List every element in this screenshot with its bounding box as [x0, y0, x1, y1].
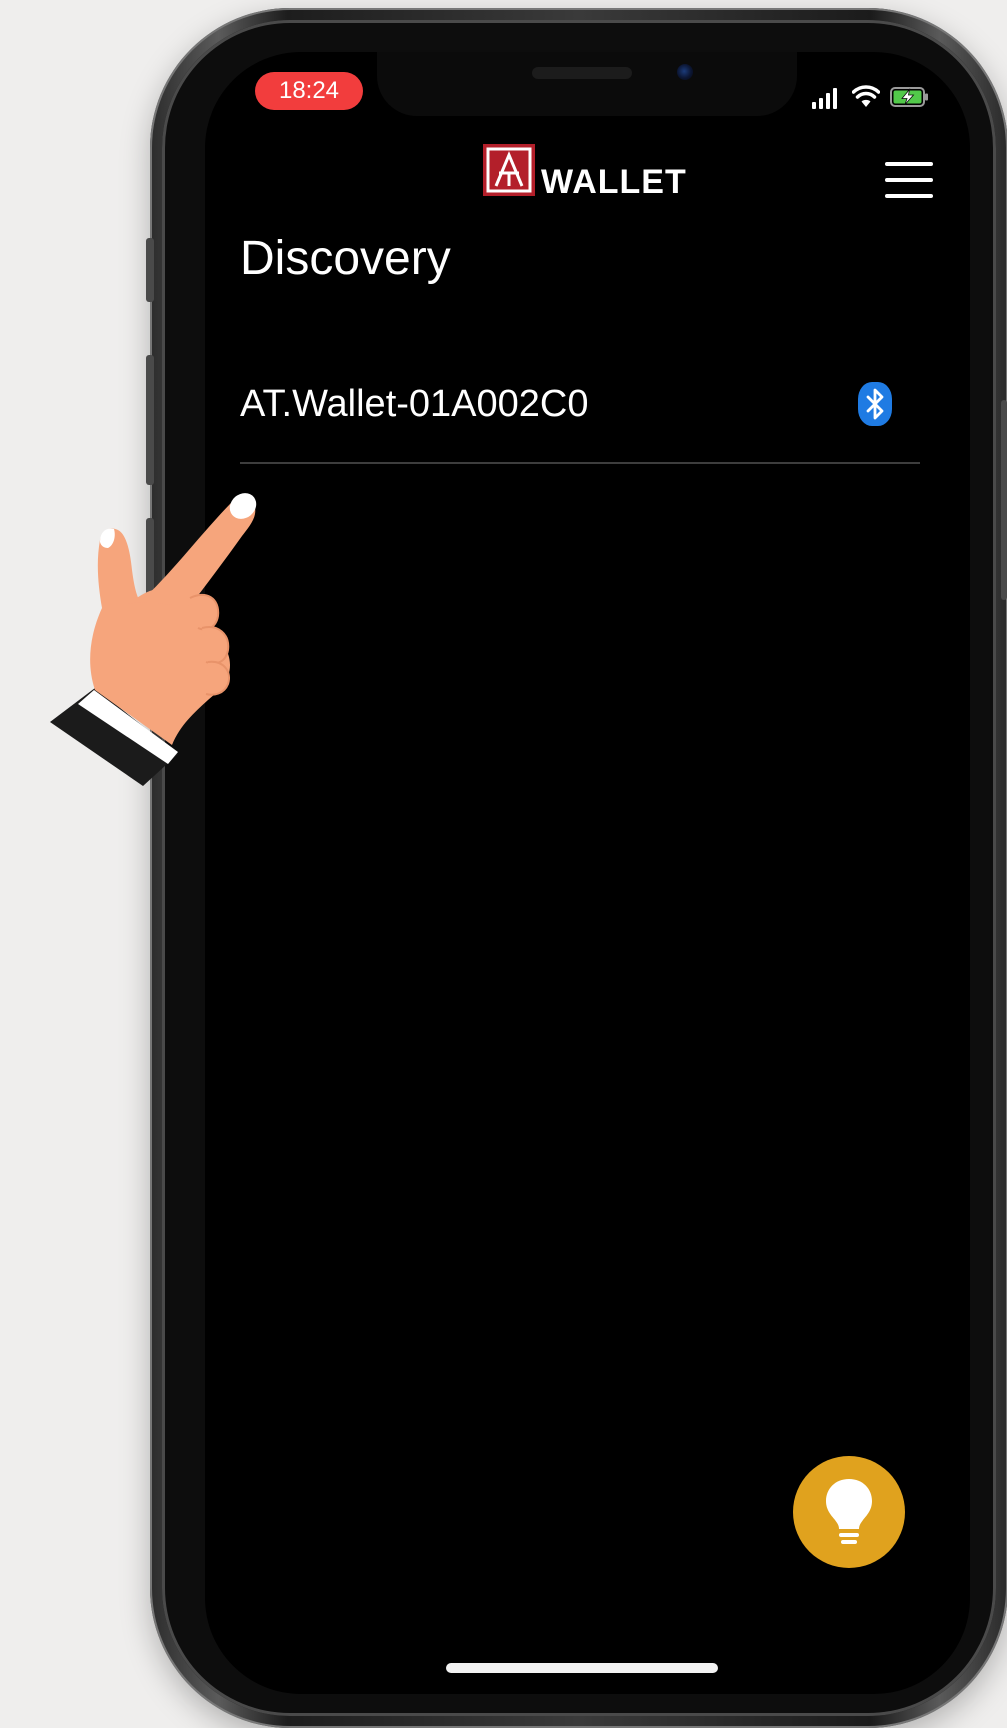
battery-charging-icon — [890, 87, 928, 107]
bluetooth-icon — [858, 382, 892, 426]
front-camera — [677, 64, 693, 80]
phone-notch — [377, 52, 797, 116]
hamburger-menu-icon[interactable] — [885, 162, 935, 198]
status-icons — [812, 84, 930, 114]
status-time: 18:24 — [255, 72, 363, 110]
earpiece-speaker — [532, 67, 632, 79]
home-indicator — [446, 1663, 718, 1673]
logo-text: WALLET — [541, 163, 687, 201]
signal-icon — [812, 88, 837, 109]
tips-fab-button[interactable] — [793, 1456, 905, 1568]
hand-pointer-icon — [50, 493, 257, 786]
menu-line — [885, 178, 933, 182]
logo-mark-icon — [483, 144, 535, 196]
menu-line — [885, 194, 933, 198]
phone-silent-switch — [146, 238, 154, 302]
lightbulb-icon — [826, 1479, 872, 1544]
app-logo: WALLET — [483, 144, 686, 200]
phone-power-button — [1001, 400, 1007, 600]
phone-screen: 18:24 WALLET Discovery AT.Wallet-01A002C… — [205, 52, 970, 1694]
wifi-icon — [852, 85, 880, 107]
page-title: Discovery — [240, 232, 451, 285]
device-list-item[interactable]: AT.Wallet-01A002C0 — [240, 362, 920, 464]
menu-line — [885, 162, 933, 166]
device-name: AT.Wallet-01A002C0 — [240, 383, 589, 425]
phone-volume-up-button — [146, 355, 154, 485]
